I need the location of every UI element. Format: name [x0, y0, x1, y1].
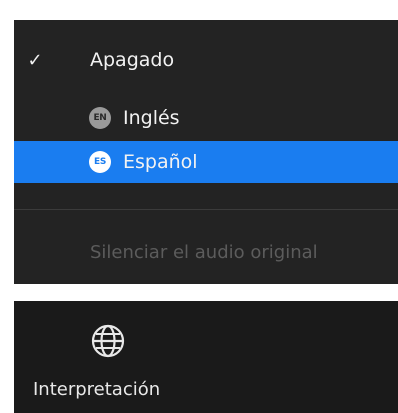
mute-original-audio-option: Silenciar el audio original: [90, 242, 318, 263]
meeting-toolbar: Interpretación: [14, 301, 398, 413]
menu-item-label: Apagado: [90, 49, 175, 71]
menu-item-off[interactable]: ✓ Apagado: [14, 39, 398, 81]
language-badge-icon: EN: [89, 107, 111, 129]
menu-item-label: Inglés: [123, 107, 180, 129]
interpretation-label: Interpretación: [33, 379, 161, 400]
interpretation-language-menu: ✓ Apagado EN Inglés ES Español Silenciar…: [14, 20, 398, 284]
interpretation-button[interactable]: Interpretación: [14, 301, 214, 413]
screen: ✓ Apagado EN Inglés ES Español Silenciar…: [0, 0, 398, 413]
check-icon: ✓: [27, 49, 43, 71]
menu-divider: [14, 209, 398, 210]
language-badge-icon: ES: [89, 151, 111, 173]
menu-item-spanish[interactable]: ES Español: [14, 141, 398, 183]
globe-icon: [91, 324, 125, 358]
menu-item-english[interactable]: EN Inglés: [14, 97, 398, 139]
menu-item-label: Español: [123, 151, 198, 173]
